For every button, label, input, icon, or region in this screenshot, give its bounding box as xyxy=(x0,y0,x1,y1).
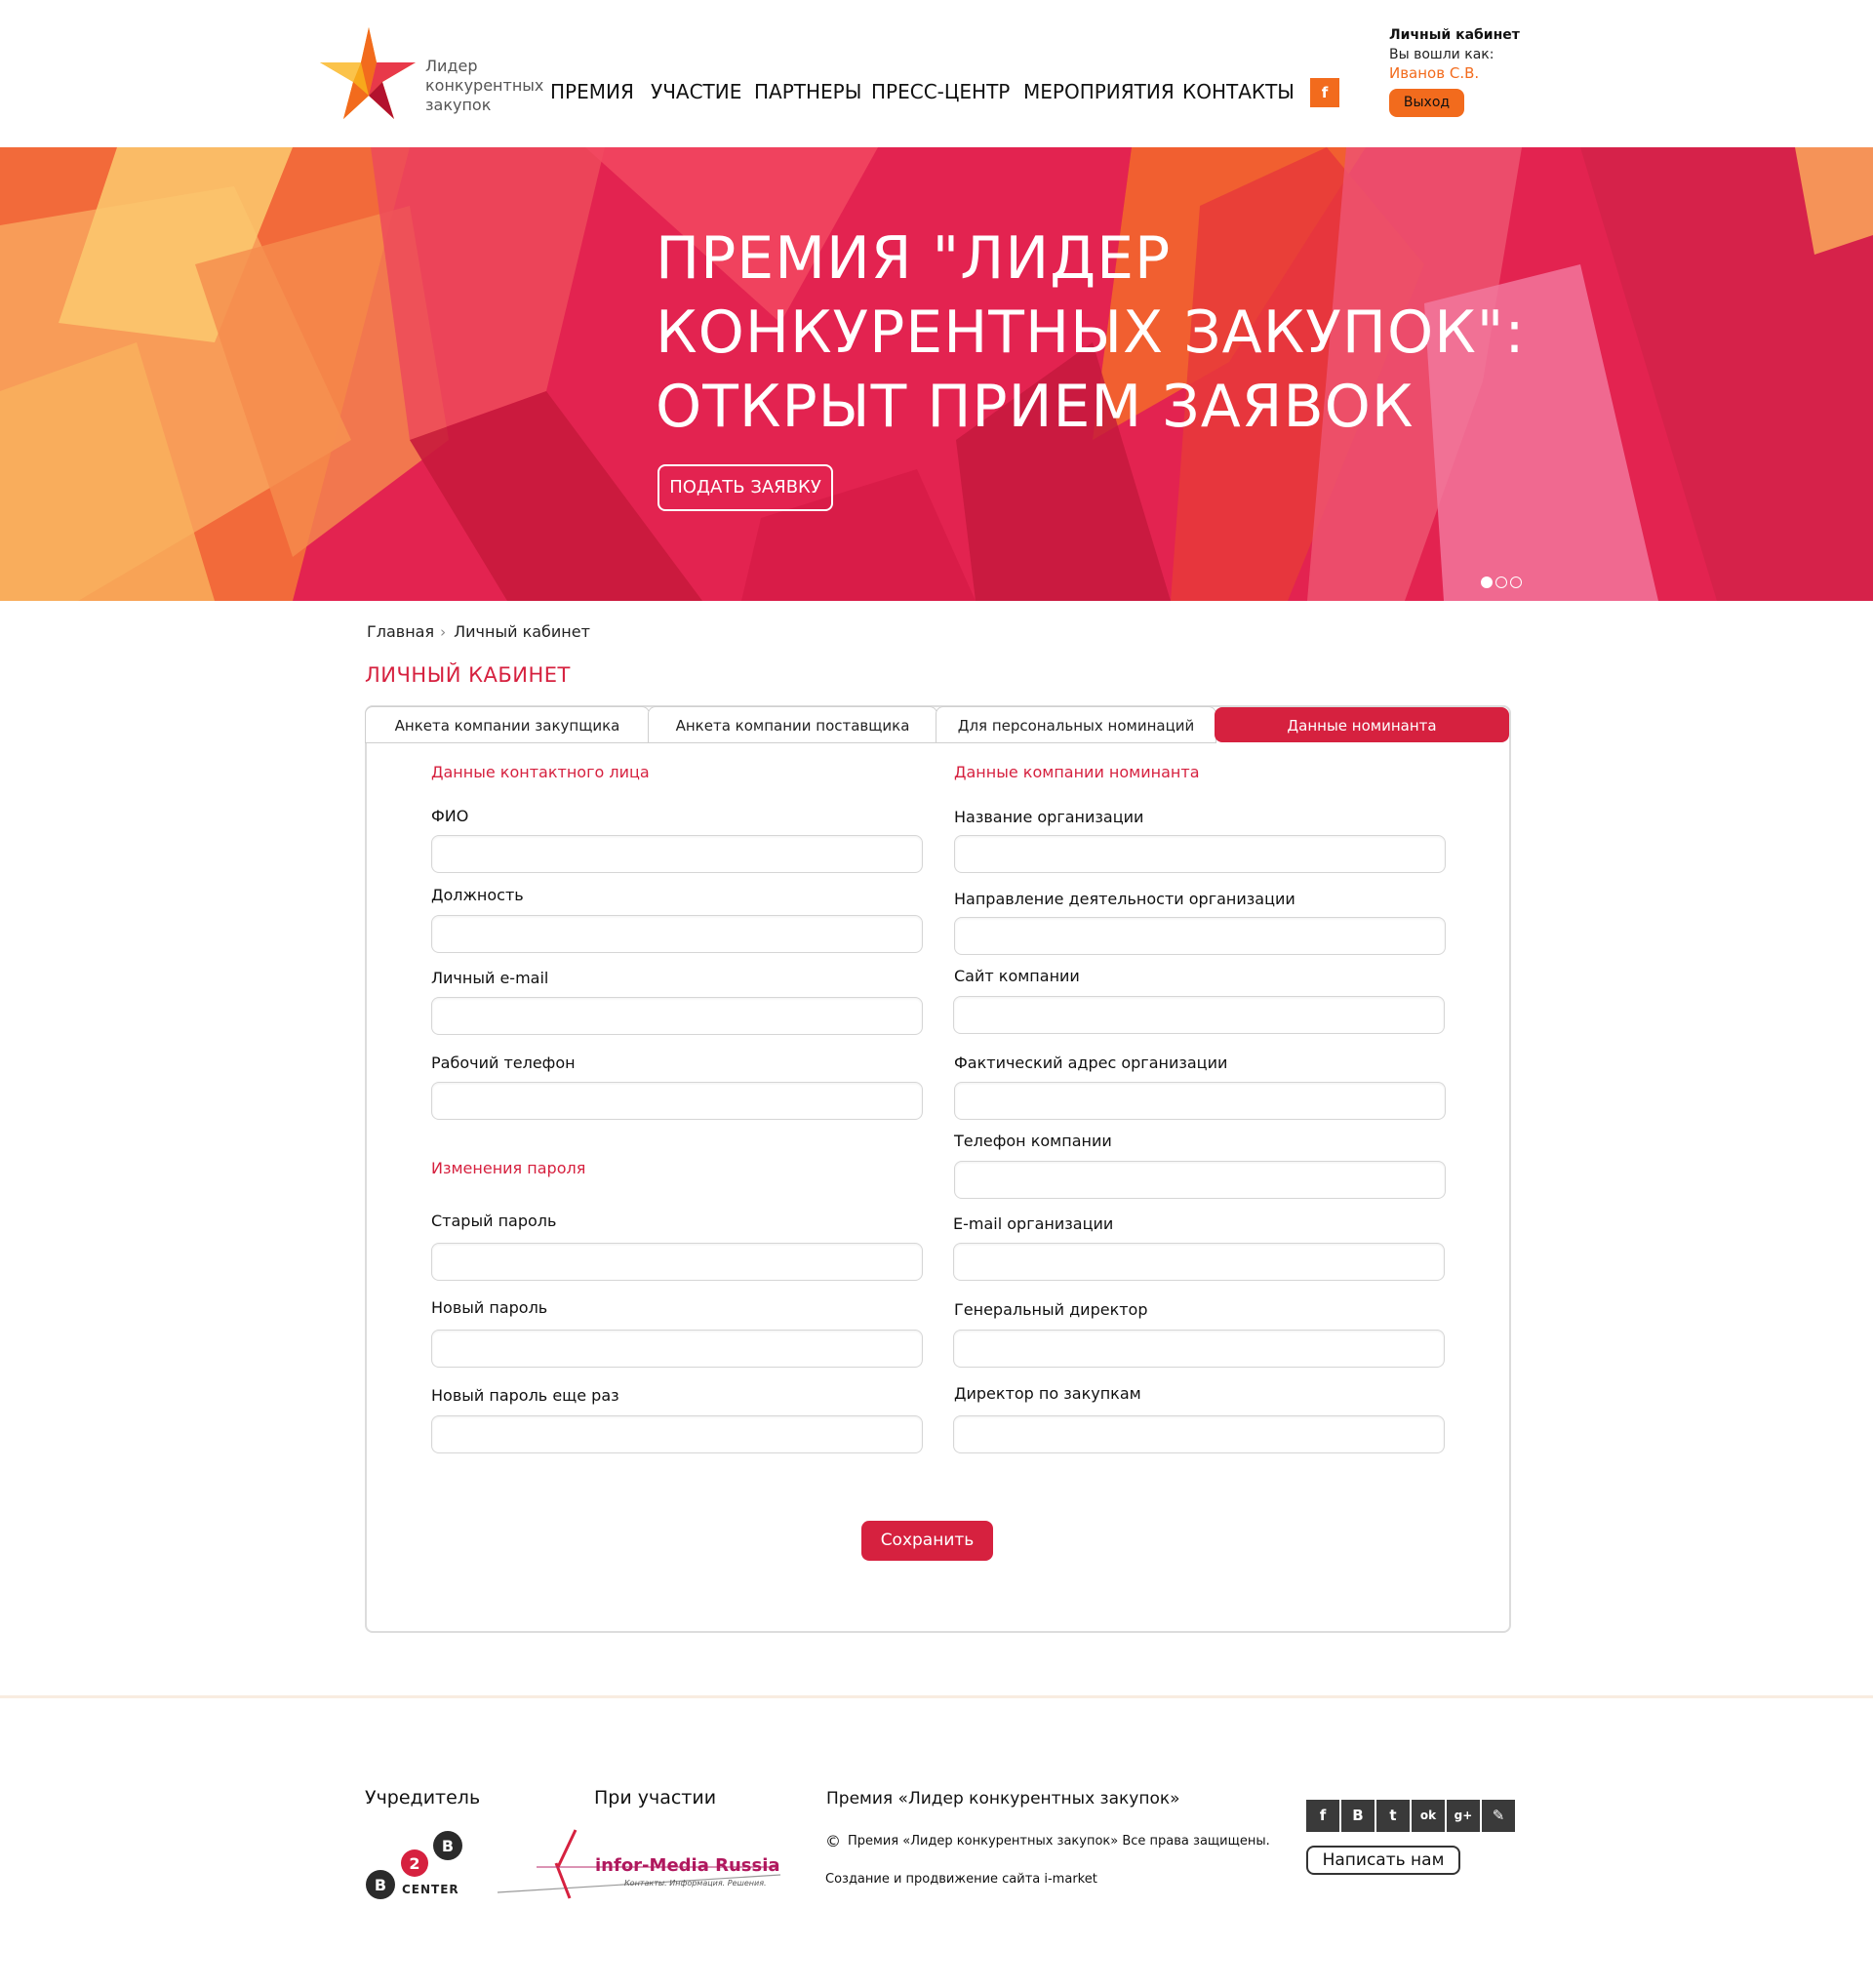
infor-media-logo[interactable]: infor-Media Russia Контакты. Информация.… xyxy=(497,1828,781,1906)
facebook-icon[interactable]: f xyxy=(1310,78,1339,107)
website-input[interactable] xyxy=(953,996,1445,1034)
tab-supplier-profile[interactable]: Анкета компании поставщика xyxy=(648,706,937,743)
nav-item-premiya[interactable]: ПРЕМИЯ xyxy=(550,80,634,103)
activity-label: Направление деятельности организации xyxy=(954,890,1295,908)
pencil-icon[interactable]: ✎ xyxy=(1482,1800,1515,1832)
password-section-title: Изменения пароля xyxy=(431,1159,586,1177)
address-input[interactable] xyxy=(954,1082,1446,1120)
work-phone-label: Рабочий телефон xyxy=(431,1054,576,1072)
tab-buyer-profile[interactable]: Анкета компании закупщика xyxy=(365,706,650,743)
developer-link[interactable]: Создание и продвижение сайта i-market xyxy=(825,1872,1097,1887)
account-box: Личный кабинет Вы вошли как: Иванов С.В.… xyxy=(1389,27,1520,117)
page-title: ЛИЧНЫЙ КАБИНЕТ xyxy=(365,663,571,687)
logo-text: Лидер конкурентных закупок xyxy=(425,57,544,114)
contact-section-title: Данные контактного лица xyxy=(431,763,650,781)
address-label: Фактический адрес организации xyxy=(954,1054,1228,1072)
procurement-director-input[interactable] xyxy=(953,1415,1445,1453)
website-label: Сайт компании xyxy=(954,967,1080,985)
google-plus-icon[interactable]: g+ xyxy=(1447,1800,1480,1832)
nav-item-kontakty[interactable]: КОНТАКТЫ xyxy=(1182,80,1295,103)
write-us-button[interactable]: Написать нам xyxy=(1306,1846,1460,1875)
svg-text:2: 2 xyxy=(409,1854,419,1873)
svg-text:B: B xyxy=(442,1837,454,1855)
breadcrumb-current: Личный кабинет xyxy=(454,622,590,641)
user-name-link[interactable]: Иванов С.В. xyxy=(1389,64,1520,82)
footer-divider xyxy=(0,1695,1873,1698)
star-logo-icon xyxy=(320,27,416,119)
company-phone-input[interactable] xyxy=(954,1161,1446,1199)
repeat-password-input[interactable] xyxy=(431,1415,923,1453)
infor-media-text: infor-Media Russia xyxy=(595,1855,780,1876)
company-section-title: Данные компании номинанта xyxy=(954,763,1200,781)
position-label: Должность xyxy=(431,886,524,904)
banner-title: ПРЕМИЯ "ЛИДЕР КОНКУРЕНТНЫХ ЗАКУПОК": ОТК… xyxy=(656,224,1526,441)
slider-dot-1[interactable] xyxy=(1481,577,1493,588)
email-input[interactable] xyxy=(431,997,923,1035)
activity-input[interactable] xyxy=(954,917,1446,955)
participation-heading: При участии xyxy=(594,1787,717,1809)
procurement-director-label: Директор по закупкам xyxy=(954,1384,1141,1403)
facebook-icon[interactable]: f xyxy=(1306,1800,1339,1832)
logged-in-label: Вы вошли как: xyxy=(1389,47,1494,62)
social-links: f В t ok g+ ✎ xyxy=(1306,1800,1515,1832)
nav-item-partnery[interactable]: ПАРТНЕРЫ xyxy=(754,80,861,103)
copyright-icon: © xyxy=(825,1832,841,1850)
founder-heading: Учредитель xyxy=(365,1787,481,1809)
odnoklassniki-icon[interactable]: ok xyxy=(1412,1800,1445,1832)
new-password-label: Новый пароль xyxy=(431,1298,548,1317)
b2b-center-logo[interactable]: B 2 B CENTER xyxy=(363,1828,470,1906)
account-title: Личный кабинет xyxy=(1389,27,1520,43)
email-label: Личный e-mail xyxy=(431,969,549,987)
vkontakte-icon[interactable]: В xyxy=(1341,1800,1375,1832)
nav-item-press-center[interactable]: ПРЕСС-ЦЕНТР xyxy=(871,80,1010,103)
chevron-right-icon: › xyxy=(440,622,447,641)
org-name-input[interactable] xyxy=(954,835,1446,873)
repeat-password-label: Новый пароль еще раз xyxy=(431,1386,619,1405)
org-email-input[interactable] xyxy=(953,1243,1445,1281)
slider-dot-3[interactable] xyxy=(1510,577,1522,588)
slider-dot-2[interactable] xyxy=(1495,577,1507,588)
tab-nominee-data[interactable]: Данные номинанта xyxy=(1215,707,1509,742)
site-header: Лидер конкурентных закупок ПРЕМИЯ УЧАСТИ… xyxy=(0,0,1873,147)
ceo-label: Генеральный директор xyxy=(954,1300,1148,1319)
new-password-input[interactable] xyxy=(431,1330,923,1368)
fio-label: ФИО xyxy=(431,807,469,825)
slider-dots xyxy=(1481,577,1522,588)
breadcrumb: Главная › Личный кабинет xyxy=(367,622,590,641)
svg-text:B: B xyxy=(375,1876,386,1894)
work-phone-input[interactable] xyxy=(431,1082,923,1120)
site-logo[interactable]: Лидер конкурентных закупок xyxy=(318,25,543,123)
fio-input[interactable] xyxy=(431,835,923,873)
breadcrumb-home[interactable]: Главная xyxy=(367,622,434,641)
award-heading: Премия «Лидер конкурентных закупок» xyxy=(826,1789,1180,1809)
org-name-label: Название организации xyxy=(954,808,1144,826)
nav-item-meropriyatiya[interactable]: МЕРОПРИЯТИЯ xyxy=(1023,80,1175,103)
hero-banner: ПРЕМИЯ "ЛИДЕР КОНКУРЕНТНЫХ ЗАКУПОК": ОТК… xyxy=(0,147,1873,601)
b2b-center-text: CENTER xyxy=(402,1883,459,1896)
rights-text: Премия «Лидер конкурентных закупок» Все … xyxy=(848,1834,1270,1849)
twitter-icon[interactable]: t xyxy=(1376,1800,1410,1832)
nav-item-uchastie[interactable]: УЧАСТИЕ xyxy=(651,80,741,103)
ceo-input[interactable] xyxy=(953,1330,1445,1368)
apply-button[interactable]: ПОДАТЬ ЗАЯВКУ xyxy=(658,464,833,511)
tab-personal-nominations[interactable]: Для персональных номинаций xyxy=(936,706,1216,743)
old-password-label: Старый пароль xyxy=(431,1212,557,1230)
position-input[interactable] xyxy=(431,915,923,953)
save-button[interactable]: Сохранить xyxy=(861,1521,993,1561)
logout-button[interactable]: Выход xyxy=(1389,89,1464,117)
old-password-input[interactable] xyxy=(431,1243,923,1281)
org-email-label: E-mail организации xyxy=(953,1214,1114,1233)
infor-media-tagline: Контакты. Информация. Решения. xyxy=(624,1879,767,1888)
company-phone-label: Телефон компании xyxy=(954,1132,1112,1150)
